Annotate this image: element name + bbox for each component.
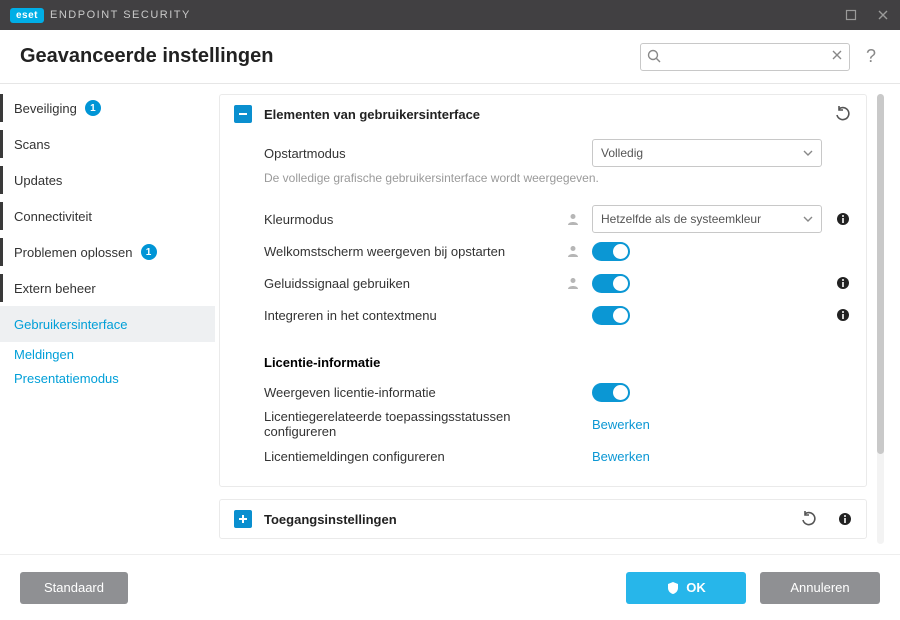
sidebar-item-label: Problemen oplossen bbox=[14, 245, 133, 260]
sidebar-item-label: Connectiviteit bbox=[14, 209, 92, 224]
plus-icon bbox=[237, 513, 249, 525]
panel-title: Toegangsinstellingen bbox=[264, 512, 788, 527]
sidebar-item-extern-beheer[interactable]: Extern beheer bbox=[0, 270, 215, 306]
button-label: Standaard bbox=[44, 580, 104, 595]
scrollbar[interactable] bbox=[877, 94, 884, 544]
panel-ui-elements: Elementen van gebruikersinterface Opstar… bbox=[219, 94, 867, 487]
person-icon bbox=[566, 276, 582, 290]
brand-text: ENDPOINT SECURITY bbox=[50, 9, 191, 21]
search-field[interactable] bbox=[640, 43, 850, 71]
sidebar-item-connectiviteit[interactable]: Connectiviteit bbox=[0, 198, 215, 234]
info-button[interactable] bbox=[838, 512, 852, 526]
context-toggle[interactable] bbox=[592, 306, 630, 325]
sidebar-item-beveiliging[interactable]: Beveiliging 1 bbox=[0, 90, 215, 126]
welcome-toggle[interactable] bbox=[592, 242, 630, 261]
sidebar-sub-meldingen[interactable]: Meldingen bbox=[0, 342, 215, 366]
sidebar-item-label: Meldingen bbox=[14, 347, 74, 362]
sidebar-item-updates[interactable]: Updates bbox=[0, 162, 215, 198]
license-notifications-label: Licentiemeldingen configureren bbox=[264, 449, 556, 464]
titlebar: eset ENDPOINT SECURITY bbox=[0, 0, 900, 30]
info-icon bbox=[836, 212, 850, 226]
info-button[interactable] bbox=[836, 276, 852, 290]
sidebar-item-label: Beveiliging bbox=[14, 101, 77, 116]
sidebar-item-problemen[interactable]: Problemen oplossen 1 bbox=[0, 234, 215, 270]
panel-access-settings: Toegangsinstellingen bbox=[219, 499, 867, 539]
chevron-down-icon bbox=[803, 214, 813, 224]
sidebar-item-label: Gebruikersinterface bbox=[14, 317, 127, 332]
sidebar-item-gebruikersinterface[interactable]: Gebruikersinterface bbox=[0, 306, 215, 342]
sidebar-item-scans[interactable]: Scans bbox=[0, 126, 215, 162]
info-icon bbox=[836, 276, 850, 290]
info-icon bbox=[836, 308, 850, 322]
license-notifications-edit-link[interactable]: Bewerken bbox=[592, 449, 650, 464]
page-title: Geavanceerde instellingen bbox=[20, 45, 628, 68]
license-heading: Licentie-informatie bbox=[264, 355, 852, 370]
header: Geavanceerde instellingen ? bbox=[0, 30, 900, 84]
startup-mode-hint: De volledige grafische gebruikersinterfa… bbox=[264, 171, 852, 185]
window-close-button[interactable] bbox=[876, 8, 890, 22]
expand-button[interactable] bbox=[234, 510, 252, 528]
ok-button[interactable]: OK bbox=[626, 572, 746, 604]
undo-icon bbox=[834, 105, 852, 123]
default-button[interactable]: Standaard bbox=[20, 572, 128, 604]
sidebar-item-label: Updates bbox=[14, 173, 62, 188]
sidebar-item-label: Presentatiemodus bbox=[14, 371, 119, 386]
search-icon bbox=[646, 48, 662, 64]
info-icon bbox=[838, 512, 852, 526]
color-mode-label: Kleurmodus bbox=[264, 212, 556, 227]
button-label: Annuleren bbox=[790, 580, 849, 595]
select-value: Hetzelfde als de systeemkleur bbox=[601, 212, 761, 226]
info-button[interactable] bbox=[836, 308, 852, 322]
show-license-label: Weergeven licentie-informatie bbox=[264, 385, 556, 400]
sidebar-sub-presentatiemodus[interactable]: Presentatiemodus bbox=[0, 366, 215, 390]
undo-icon bbox=[800, 510, 818, 528]
minus-icon bbox=[237, 108, 249, 120]
startup-mode-label: Opstartmodus bbox=[264, 146, 556, 161]
search-clear-button[interactable] bbox=[830, 48, 844, 62]
select-value: Volledig bbox=[601, 146, 643, 160]
cancel-button[interactable]: Annuleren bbox=[760, 572, 880, 604]
chevron-down-icon bbox=[803, 148, 813, 158]
color-mode-select[interactable]: Hetzelfde als de systeemkleur bbox=[592, 205, 822, 233]
window-controls bbox=[844, 8, 890, 22]
license-statuses-edit-link[interactable]: Bewerken bbox=[592, 417, 650, 432]
person-icon bbox=[566, 212, 582, 226]
undo-button[interactable] bbox=[834, 105, 852, 123]
sidebar-item-label: Extern beheer bbox=[14, 281, 96, 296]
close-icon bbox=[877, 9, 889, 21]
info-button[interactable] bbox=[836, 212, 852, 226]
brand: eset ENDPOINT SECURITY bbox=[10, 8, 191, 23]
context-label: Integreren in het contextmenu bbox=[264, 308, 556, 323]
button-label: OK bbox=[686, 580, 706, 595]
welcome-label: Welkomstscherm weergeven bij opstarten bbox=[264, 244, 556, 259]
sidebar-item-label: Scans bbox=[14, 137, 50, 152]
brand-badge: eset bbox=[10, 8, 44, 23]
shield-icon bbox=[666, 581, 680, 595]
window-maximize-button[interactable] bbox=[844, 8, 858, 22]
sound-toggle[interactable] bbox=[592, 274, 630, 293]
show-license-toggle[interactable] bbox=[592, 383, 630, 402]
startup-mode-select[interactable]: Volledig bbox=[592, 139, 822, 167]
search-input[interactable] bbox=[640, 43, 850, 71]
close-icon bbox=[830, 48, 844, 62]
scrollbar-thumb[interactable] bbox=[877, 94, 884, 454]
undo-button[interactable] bbox=[800, 510, 818, 528]
license-statuses-label: Licentiegerelateerde toepassingsstatusse… bbox=[264, 409, 556, 439]
sidebar-badge: 1 bbox=[141, 244, 157, 260]
person-icon bbox=[566, 244, 582, 258]
footer: Standaard OK Annuleren bbox=[0, 554, 900, 620]
sound-label: Geluidssignaal gebruiken bbox=[264, 276, 556, 291]
help-button[interactable]: ? bbox=[862, 46, 880, 67]
square-icon bbox=[845, 9, 857, 21]
content: Elementen van gebruikersinterface Opstar… bbox=[215, 84, 900, 554]
collapse-button[interactable] bbox=[234, 105, 252, 123]
panel-title: Elementen van gebruikersinterface bbox=[264, 107, 822, 122]
sidebar: Beveiliging 1 Scans Updates Connectivite… bbox=[0, 84, 215, 554]
sidebar-badge: 1 bbox=[85, 100, 101, 116]
